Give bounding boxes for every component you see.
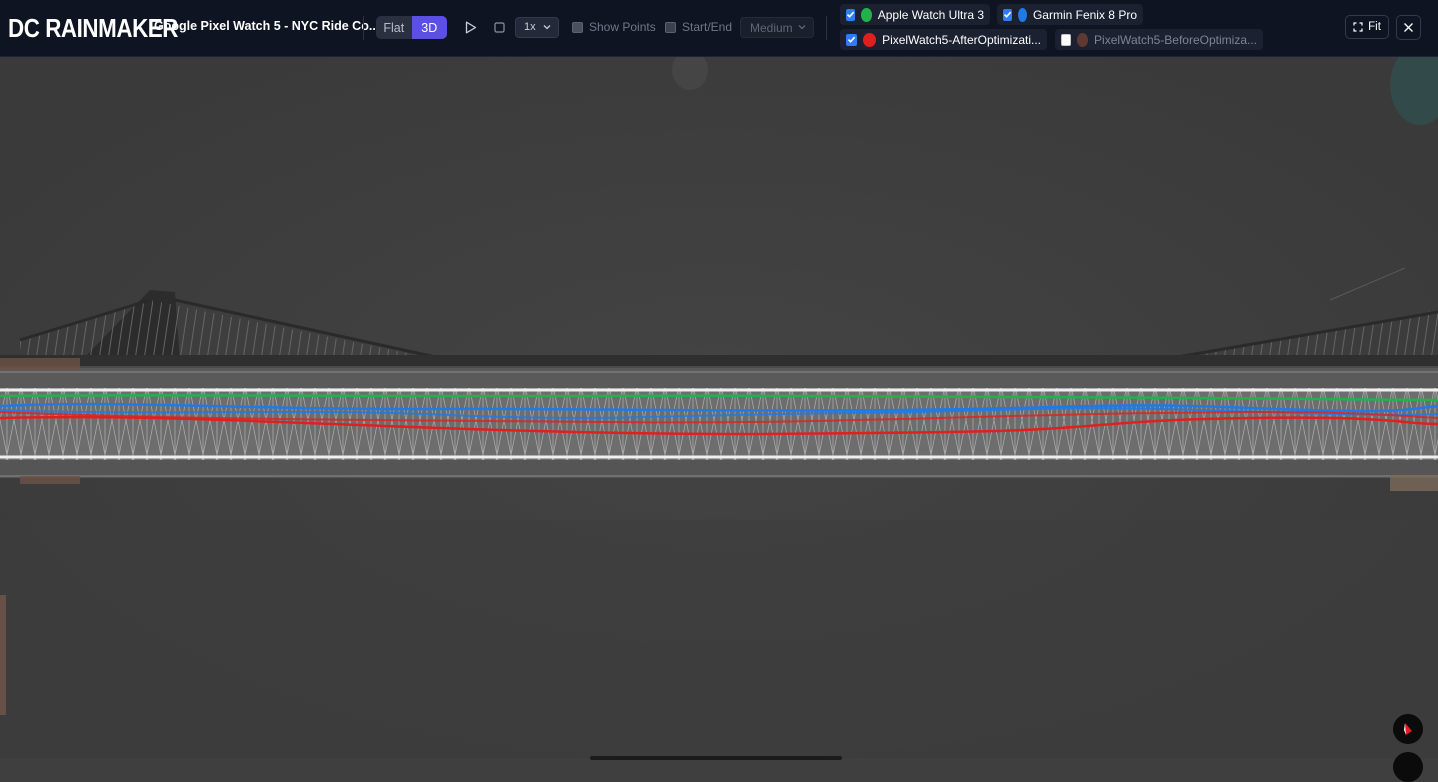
expand-icon — [1353, 22, 1363, 32]
fit-button[interactable]: Fit — [1345, 15, 1389, 39]
speed-value: 1x — [524, 21, 536, 33]
series-color-dot — [863, 32, 877, 47]
device-checkbox[interactable] — [846, 33, 858, 46]
device-toggle-pixelwatch5-after[interactable]: PixelWatch5-AfterOptimizati... — [840, 29, 1047, 50]
device-label: PixelWatch5-AfterOptimizati... — [882, 32, 1041, 47]
close-button[interactable] — [1396, 15, 1421, 40]
3d-view-button[interactable]: 3D — [411, 16, 447, 39]
map-control-button[interactable] — [1393, 752, 1423, 782]
device-checkbox[interactable] — [1003, 8, 1012, 21]
divider — [826, 16, 827, 40]
view-mode-toggle: Flat 3D — [376, 16, 447, 39]
device-toggle-apple-watch-ultra-3[interactable]: Apple Watch Ultra 3 — [840, 4, 990, 25]
show-points-toggle[interactable]: Show Points — [572, 20, 656, 34]
series-color-dot — [1018, 7, 1027, 22]
checkmark-icon — [847, 36, 856, 43]
satellite-imagery — [0, 57, 1438, 758]
device-checkbox[interactable] — [1061, 33, 1071, 46]
show-points-checkbox[interactable] — [572, 21, 583, 33]
device-label: Garmin Fenix 8 Pro — [1032, 7, 1137, 22]
divider — [363, 16, 364, 40]
device-label: Apple Watch Ultra 3 — [877, 7, 984, 22]
start-end-toggle[interactable]: Start/End — [665, 20, 732, 34]
series-color-dot — [861, 7, 872, 22]
quality-value: Medium — [750, 21, 793, 35]
scrollbar[interactable] — [590, 756, 842, 760]
stop-icon[interactable] — [494, 22, 505, 33]
device-checkbox[interactable] — [846, 8, 856, 21]
brand-logo: DC RAINMAKER — [8, 13, 178, 43]
quality-select[interactable]: Medium — [740, 17, 814, 38]
chevron-down-icon — [798, 25, 806, 30]
close-icon — [1404, 23, 1413, 32]
toolbar: DC RAINMAKER Google Pixel Watch 5 - NYC … — [0, 0, 1438, 57]
checkmark-icon — [846, 11, 855, 18]
chevron-down-icon — [543, 25, 551, 30]
flat-view-button[interactable]: Flat — [376, 16, 412, 39]
start-end-checkbox[interactable] — [665, 21, 676, 33]
map-view[interactable] — [0, 57, 1438, 758]
compass-icon — [1404, 723, 1412, 735]
fit-label: Fit — [1368, 21, 1381, 33]
device-toggle-garmin-fenix-8-pro[interactable]: Garmin Fenix 8 Pro — [997, 4, 1143, 25]
device-label: PixelWatch5-BeforeOptimiza... — [1094, 32, 1257, 47]
show-points-label: Show Points — [589, 20, 656, 34]
series-color-dot — [1076, 32, 1089, 47]
play-icon[interactable] — [465, 21, 477, 34]
device-toggle-pixelwatch5-before[interactable]: PixelWatch5-BeforeOptimiza... — [1055, 29, 1263, 50]
route-title: Google Pixel Watch 5 - NYC Ride Co... — [154, 19, 380, 33]
speed-select[interactable]: 1x — [515, 17, 559, 38]
compass-button[interactable] — [1393, 714, 1423, 744]
start-end-label: Start/End — [682, 20, 733, 34]
checkmark-icon — [1003, 11, 1012, 18]
